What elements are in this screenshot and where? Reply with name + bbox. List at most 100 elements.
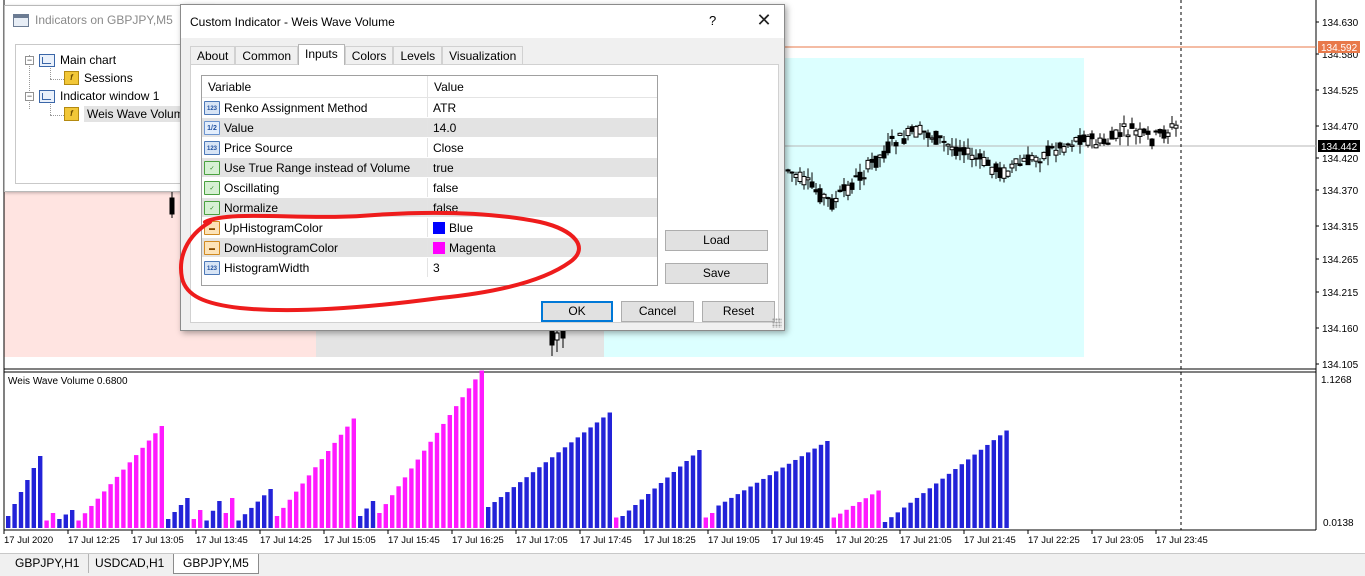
param-value-cell[interactable]: Close [428,138,657,157]
candle-body [1133,130,1139,136]
histogram-bar-up [754,482,760,528]
candle-body [1093,144,1099,149]
candle-body [853,175,859,178]
param-value-cell[interactable]: 3 [428,258,657,277]
param-row[interactable]: 123 Price Source Close [202,138,657,158]
column-header-variable[interactable]: Variable [202,76,428,97]
candle-body [1169,123,1175,128]
save-button[interactable]: Save [665,263,768,284]
cancel-button[interactable]: Cancel [621,301,694,322]
histogram-bar-up [370,501,376,528]
candle-body [1025,154,1031,166]
chart-tab-gbpjpy-h1[interactable]: GBPJPY,H1 [6,554,90,573]
histogram-bar-down [434,432,440,528]
candle-body [957,147,963,152]
param-row[interactable]: 123 Renko Assignment Method ATR [202,98,657,118]
collapse-icon[interactable]: − [25,91,34,101]
custom-indicator-dialog[interactable]: Custom Indicator - Weis Wave Volume ? ✕ … [180,4,785,331]
param-value-cell[interactable]: true [428,158,657,177]
tree-item-main-chart[interactable]: − Main chart [25,51,116,69]
int-icon: 123 [204,100,220,115]
param-name-cell: ▬ DownHistogramColor [202,238,428,257]
histogram-bar-down [319,459,324,528]
tab-inputs[interactable]: Inputs [298,44,345,65]
param-value-cell[interactable]: Magenta [428,238,657,257]
tab-levels[interactable]: Levels [393,46,443,65]
tab-about[interactable]: About [190,46,236,65]
indicator-tree[interactable]: − Main chart f Sessions − Indicator wind… [15,44,200,184]
help-button[interactable]: ? [709,13,716,28]
histogram-bar-up [722,501,728,528]
candle-body [941,140,947,143]
param-row[interactable]: ✓ Normalize false [202,198,657,218]
tree-item-indicator-window[interactable]: − Indicator window 1 [25,87,159,105]
histogram-bar-down [127,462,132,528]
candle-body [1001,167,1007,179]
histogram-bar-down [332,442,337,528]
param-name-cell: 123 HistogramWidth [202,258,428,277]
chart-window-icon [39,89,55,103]
histogram-bar-up [972,454,977,528]
tab-common[interactable]: Common [235,46,299,65]
candle-body [977,153,983,160]
param-name-cell: 123 Price Source [202,138,428,157]
time-tick-label: 17 Jul 21:45 [964,535,1016,546]
histogram-bar-up [998,435,1003,528]
int-icon: 123 [204,260,220,275]
histogram-bar-up [358,516,363,528]
param-row[interactable]: 1/2 Value 14.0 [202,118,657,138]
tree-item-weis-wave-volume[interactable]: f Weis Wave Volume [64,105,194,123]
histogram-bar-up [255,501,260,528]
candle-body [1053,149,1059,156]
resize-grip[interactable] [772,318,782,328]
tree-item-sessions[interactable]: f Sessions [64,69,133,87]
candle-body [1077,135,1083,145]
histogram-bar-up [236,520,241,528]
param-row[interactable]: ▬ DownHistogramColor Magenta [202,238,657,258]
histogram-bar-up [242,514,248,528]
param-value-cell[interactable]: false [428,178,657,197]
candle-body [869,158,875,163]
histogram-bar-up [530,472,536,528]
histogram-bar-up [70,510,75,528]
param-value-cell[interactable]: 14.0 [428,118,657,137]
param-value-cell[interactable]: false [428,198,657,217]
param-row[interactable]: ✓ Oscillating false [202,178,657,198]
candle-body [1101,138,1107,145]
price-tick-label: 134.215 [1322,288,1359,299]
collapse-icon[interactable]: − [25,55,34,65]
ok-button[interactable]: OK [541,301,613,322]
chart-tab-gbpjpy-m5[interactable]: GBPJPY,M5 [173,554,259,574]
histogram-bar-up [684,461,689,528]
param-value-cell[interactable]: ATR [428,98,657,117]
param-name: Oscillating [224,180,280,195]
histogram-bar-up [678,466,683,528]
reset-button[interactable]: Reset [702,301,775,322]
histogram-bar-up [486,507,491,528]
histogram-bar-up [633,505,638,528]
histogram-bar-down [710,513,715,528]
histogram-bar-up [799,456,804,528]
price-tick-label: 134.525 [1322,86,1359,97]
param-value-cell[interactable]: Blue [428,218,657,237]
tab-visualization[interactable]: Visualization [442,46,524,65]
close-button[interactable]: ✕ [751,9,777,33]
histogram-bar-down [108,484,113,528]
candle-body [813,189,819,193]
param-row[interactable]: ▬ UpHistogramColor Blue [202,218,657,238]
dialog-titlebar[interactable]: Custom Indicator - Weis Wave Volume ? ✕ [181,5,784,38]
time-tick-label: 17 Jul 17:05 [516,535,568,546]
load-button[interactable]: Load [665,230,768,251]
candle-body [1097,137,1103,144]
param-row[interactable]: ✓ Use True Range instead of Volume true [202,158,657,178]
param-row[interactable]: 123 HistogramWidth 3 [202,258,657,278]
chart-tab-usdcad-h1[interactable]: USDCAD,H1 [86,554,175,573]
inputs-grid[interactable]: Variable Value 123 Renko Assignment Metho… [201,75,658,286]
histogram-bar-up [262,495,267,528]
candle-body [1057,142,1063,149]
histogram-bar-down [345,426,350,528]
tab-colors[interactable]: Colors [344,46,394,65]
column-header-value[interactable]: Value [428,76,464,97]
candle-body [949,146,955,151]
param-name: Use True Range instead of Volume [224,160,411,175]
